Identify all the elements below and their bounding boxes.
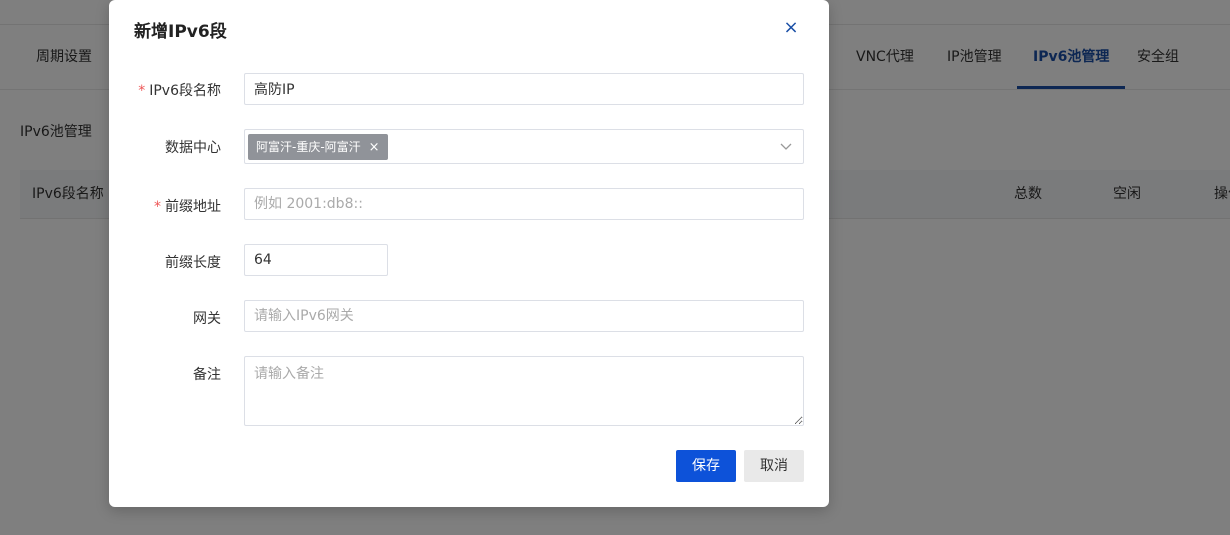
add-ipv6-segment-dialog: 新增IPv6段 × *IPv6段名称 数据中心 阿富汗-重庆-阿富汗× *前缀地…	[109, 0, 829, 507]
tag-close-icon[interactable]: ×	[369, 135, 380, 161]
datacenter-tag: 阿富汗-重庆-阿富汗 ×	[248, 134, 388, 160]
chevron-down-icon[interactable]	[779, 139, 793, 153]
prefix-label: * 前缀地址	[154, 199, 221, 215]
gateway-label: 网关	[193, 311, 221, 327]
prefix-length-input[interactable]	[244, 244, 388, 276]
remark-label: 备注	[193, 367, 221, 383]
remark-textarea[interactable]	[244, 356, 804, 426]
datacenter-label: 数据中心	[165, 140, 221, 156]
dialog-title: 新增IPv6段	[134, 22, 227, 42]
prefix-address-input[interactable]	[244, 188, 804, 220]
required-mark: *	[154, 199, 161, 215]
gateway-input[interactable]	[244, 300, 804, 332]
save-button[interactable]: 保存	[676, 450, 736, 482]
required-mark: *	[138, 83, 146, 99]
name-label: * IPv6段名称	[138, 83, 221, 99]
segment-name-input[interactable]	[244, 73, 804, 105]
prefix-length-label: 前缀长度	[165, 255, 221, 271]
app-page: 周期设置 VNC代理 IP池管理 IPv6池管理 安全组 IPv6池管理 IPv…	[0, 0, 1230, 535]
cancel-button[interactable]: 取消	[744, 450, 804, 482]
datacenter-select[interactable]: 阿富汗-重庆-阿富汗 ×	[244, 129, 804, 164]
close-icon[interactable]: ×	[781, 17, 801, 39]
